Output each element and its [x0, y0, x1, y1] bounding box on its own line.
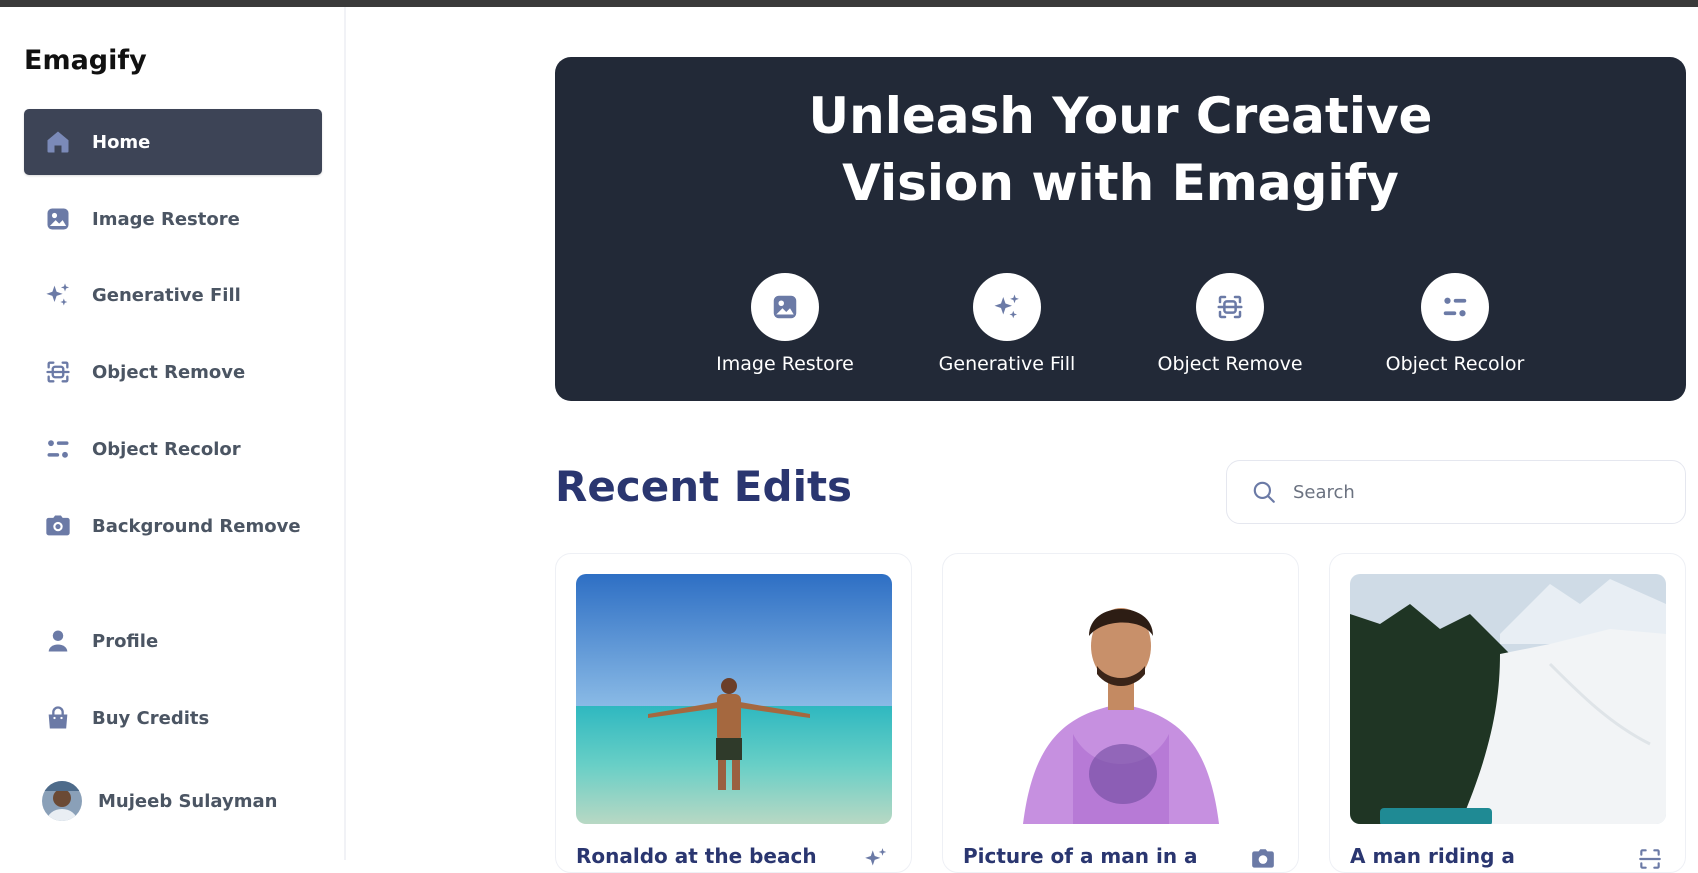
sidebar-item-label: Generative Fill — [92, 284, 241, 306]
filter-icon — [44, 435, 72, 463]
sidebar-item-label: Home — [92, 131, 151, 153]
sidebar-item-generative-fill[interactable]: Generative Fill — [24, 262, 322, 328]
sparkles-icon — [44, 281, 72, 309]
window-top-bar — [0, 0, 1698, 7]
edit-thumbnail — [1350, 574, 1666, 824]
sidebar-item-label: Object Remove — [92, 361, 246, 383]
sidebar-item-home[interactable]: Home — [24, 109, 322, 175]
sidebar-item-background-remove[interactable]: Background Remove — [24, 493, 322, 559]
home-icon — [44, 128, 72, 156]
tool-object-recolor[interactable]: Object Recolor — [1365, 273, 1545, 375]
image-icon — [751, 273, 819, 341]
tool-label: Object Recolor — [1385, 353, 1525, 375]
edit-card-title: Ronaldo at the beach — [576, 844, 817, 868]
scan-icon — [1196, 273, 1264, 341]
edit-thumbnail — [576, 574, 892, 824]
image-icon — [44, 205, 72, 233]
tool-label: Object Remove — [1157, 353, 1303, 375]
scan-icon — [44, 358, 72, 386]
sidebar-item-label: Buy Credits — [92, 707, 210, 729]
tool-generative-fill[interactable]: Generative Fill — [917, 273, 1097, 375]
sidebar: Emagify Home Image Restore Generative Fi… — [0, 7, 346, 860]
camera-icon — [1252, 849, 1274, 868]
edit-card[interactable]: Picture of a man in a — [942, 553, 1299, 873]
edit-thumbnail — [963, 574, 1279, 824]
scan-icon — [1639, 849, 1661, 869]
avatar — [42, 781, 82, 821]
user-name: Mujeeb Sulayman — [98, 790, 278, 812]
recent-edits-title: Recent Edits — [555, 462, 853, 511]
hero-title-line-1: Unleash Your Creative — [808, 87, 1433, 145]
sidebar-item-label: Image Restore — [92, 208, 240, 230]
sidebar-item-label: Profile — [92, 630, 159, 652]
sparkles-icon — [973, 273, 1041, 341]
search-box[interactable] — [1226, 460, 1686, 524]
sparkles-icon — [865, 848, 887, 866]
sidebar-item-buy-credits[interactable]: Buy Credits — [24, 685, 322, 751]
edit-card[interactable]: A man riding a — [1329, 553, 1686, 873]
hero-title-line-2: Vision with Emagify — [842, 154, 1399, 212]
camera-icon — [44, 512, 72, 540]
filter-icon — [1421, 273, 1489, 341]
user-profile-link[interactable]: Mujeeb Sulayman — [24, 768, 322, 834]
app-logo[interactable]: Emagify — [24, 45, 147, 76]
hero-banner: Unleash Your Creative Vision with Emagif… — [555, 57, 1686, 401]
hero-title: Unleash Your Creative Vision with Emagif… — [555, 83, 1686, 217]
tool-image-restore[interactable]: Image Restore — [695, 273, 875, 375]
bag-icon — [44, 704, 72, 732]
sidebar-item-object-remove[interactable]: Object Remove — [24, 339, 322, 405]
sidebar-item-image-restore[interactable]: Image Restore — [24, 186, 322, 252]
edit-card[interactable]: Ronaldo at the beach — [555, 553, 912, 873]
edit-card-title: Picture of a man in a — [963, 844, 1198, 868]
search-icon — [1253, 481, 1275, 503]
sidebar-item-label: Background Remove — [92, 515, 301, 537]
tool-label: Image Restore — [716, 353, 854, 375]
sidebar-item-label: Object Recolor — [92, 438, 241, 460]
tool-object-remove[interactable]: Object Remove — [1140, 273, 1320, 375]
sidebar-item-object-recolor[interactable]: Object Recolor — [24, 416, 322, 482]
sidebar-item-profile[interactable]: Profile — [24, 608, 322, 674]
tool-label: Generative Fill — [938, 353, 1076, 375]
search-input[interactable] — [1293, 481, 1673, 503]
user-icon — [44, 627, 72, 655]
edit-card-title: A man riding a — [1350, 844, 1515, 868]
